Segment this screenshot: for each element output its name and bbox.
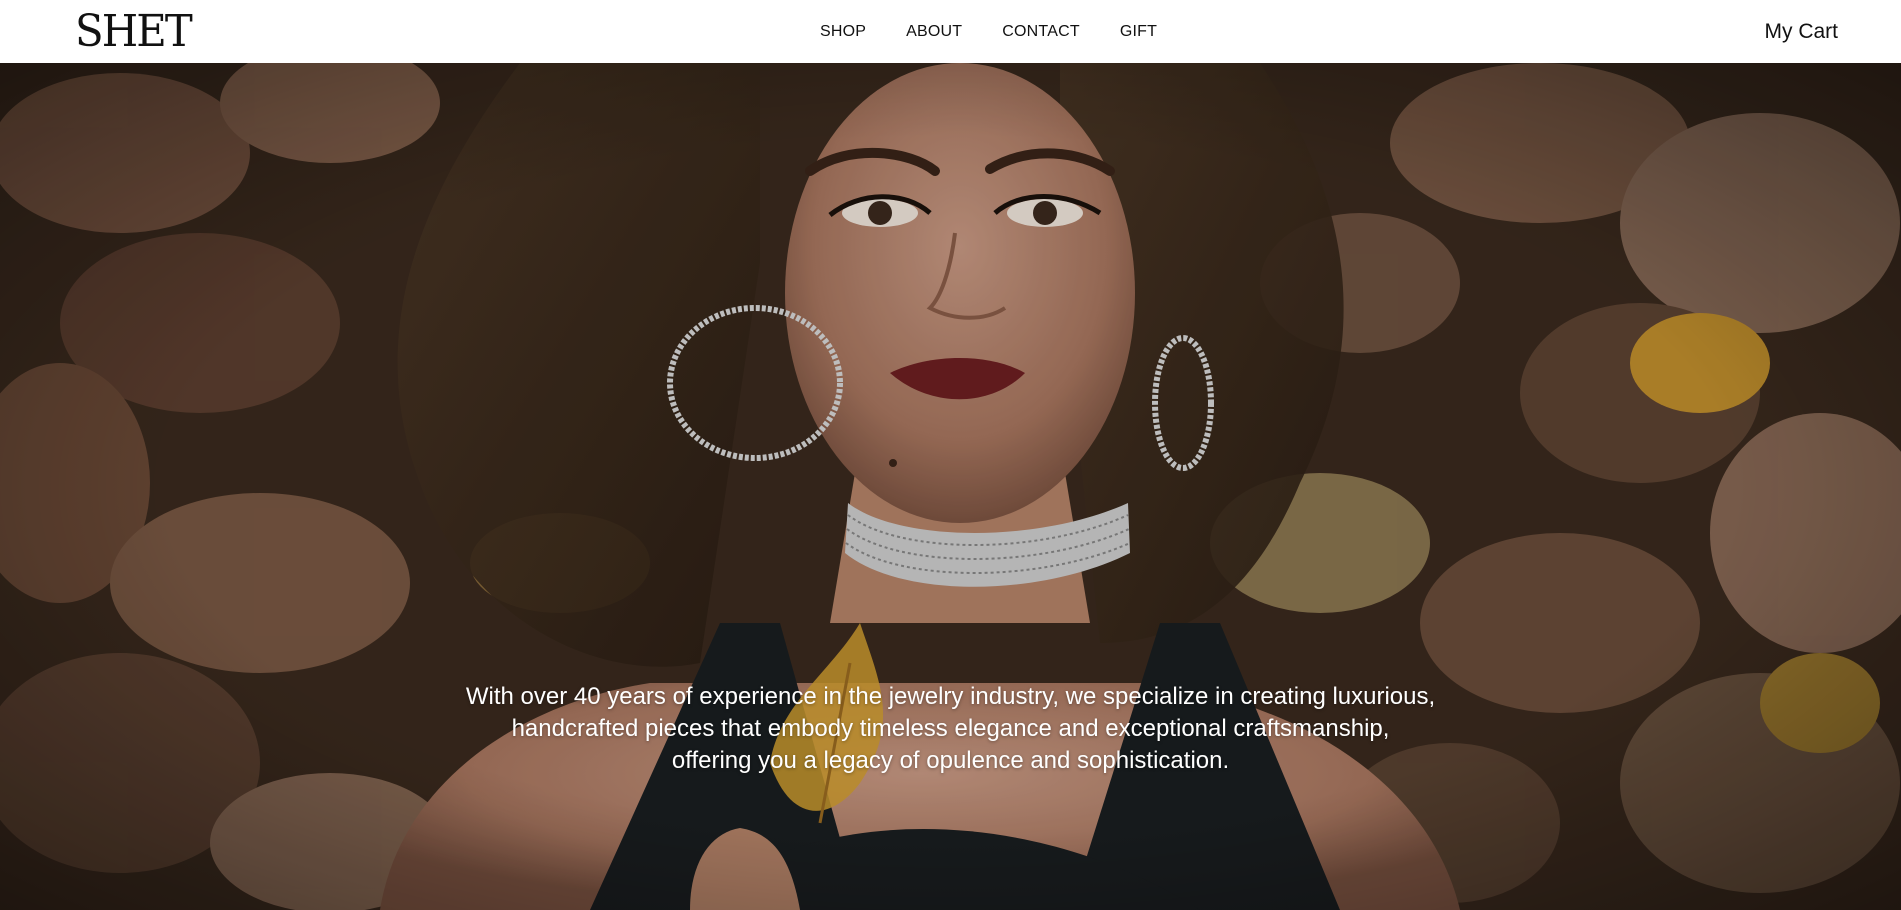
brand-logo[interactable]: SHET <box>75 6 193 58</box>
main-nav: SHOP ABOUT CONTACT GIFT <box>820 0 1157 63</box>
top-navbar: SHET SHOP ABOUT CONTACT GIFT My Cart <box>0 0 1901 63</box>
nav-link-contact[interactable]: CONTACT <box>1002 23 1080 41</box>
hero-tagline-line-3: offering you a legacy of opulence and so… <box>671 747 1230 774</box>
nav-link-gift[interactable]: GIFT <box>1120 23 1157 41</box>
hero-tagline-line-2: handcrafted pieces that embody timeless … <box>511 715 1390 742</box>
hero-section: With over 40 years of experience in the … <box>0 63 1901 910</box>
my-cart-link[interactable]: My Cart <box>1765 0 1839 63</box>
hero-tagline: With over 40 years of experience in the … <box>450 681 1451 777</box>
hero-tagline-line-1: With over 40 years of experience in the … <box>465 683 1436 710</box>
nav-link-about[interactable]: ABOUT <box>906 23 962 41</box>
hero-dark-overlay <box>0 63 1901 910</box>
nav-link-shop[interactable]: SHOP <box>820 23 866 41</box>
